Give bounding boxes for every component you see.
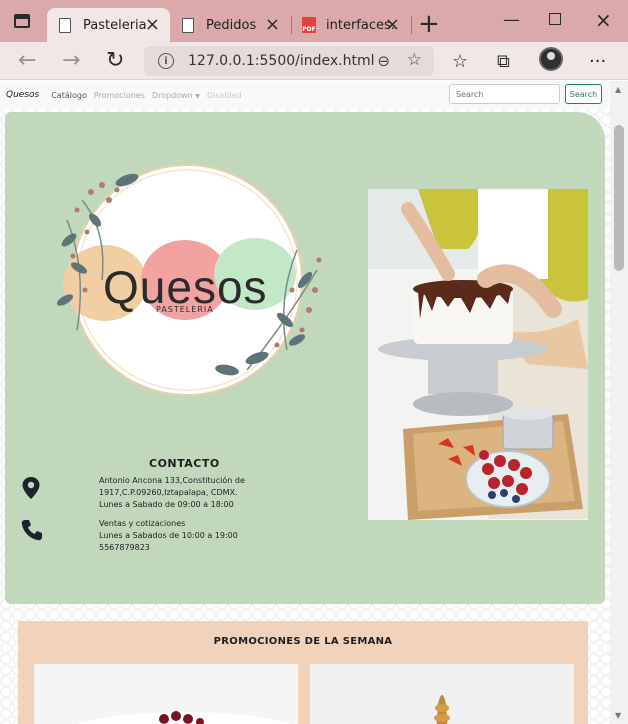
cake-photo [368, 189, 588, 520]
promotions-title: PROMOCIONES DE LA SEMANA [213, 636, 393, 647]
zoom-icon[interactable]: ⊖ [377, 52, 390, 70]
more-icon[interactable]: ··· [589, 51, 606, 72]
close-icon[interactable]: × [145, 16, 160, 34]
page-viewport: Quesos Catálogo Promociones Dropdown ▼ D… [0, 81, 610, 724]
refresh-icon[interactable]: ↻ [106, 48, 124, 73]
scrollbar-thumb[interactable] [614, 125, 624, 271]
collections-icon[interactable]: ⧉ [497, 51, 510, 72]
close-icon[interactable]: × [385, 16, 400, 34]
url-field[interactable]: i 127.0.0.1:5500/index.html ⊖ ☆ [144, 46, 434, 76]
maximize-icon[interactable] [549, 13, 561, 25]
close-icon[interactable]: × [265, 16, 280, 34]
nav-link-catalogo[interactable]: Catálogo [51, 91, 87, 100]
tab-label: Pasteleria [83, 17, 147, 33]
promo-card-dessert[interactable] [34, 664, 298, 724]
promotions-section: PROMOCIONES DE LA SEMANA [18, 621, 588, 724]
sales-text: Ventas y cotizaciones Lunes a Sabados de… [99, 518, 238, 554]
phone-icon [21, 520, 42, 541]
caret-down-icon: ▼ [195, 92, 200, 100]
close-window-icon[interactable]: × [595, 8, 612, 32]
nav-link-disabled: Disabled [206, 90, 242, 100]
tab-pedidos[interactable]: Pedidos × [170, 8, 290, 42]
tab-pasteleria[interactable]: Pasteleria × [47, 8, 170, 42]
favorites-icon[interactable]: ☆ [452, 51, 468, 72]
search-button[interactable]: Search [565, 84, 602, 104]
info-icon[interactable]: i [158, 53, 174, 69]
hours-line: Lunes a Sabado de 09:00 a 18:00 [99, 500, 234, 509]
navbar-brand[interactable]: Quesos [6, 90, 39, 100]
page-icon [182, 17, 194, 33]
page-scrollbar[interactable]: ▲ ▼ [610, 81, 628, 724]
address-text: Antonio Ancona 133,Constitución de 1917,… [99, 475, 245, 511]
minimize-icon[interactable]: — [503, 10, 520, 30]
tab-interfaces[interactable]: PDF interfaces. × [292, 8, 410, 42]
location-pin-icon [22, 477, 40, 499]
address-line: 1917,C.P.09260,Iztapalapa, CDMX. [99, 488, 238, 497]
sales-hours: Lunes a Sabados de 10:00 a 19:00 [99, 531, 238, 540]
contact-title: CONTACTO [149, 457, 220, 470]
scroll-up-icon[interactable]: ▲ [615, 85, 621, 94]
url-text: 127.0.0.1:5500/index.html [188, 53, 375, 69]
search-input[interactable] [449, 84, 560, 104]
tab-actions-icon[interactable] [14, 14, 30, 28]
scroll-down-icon[interactable]: ▼ [615, 711, 621, 720]
page-icon [59, 17, 71, 33]
forward-icon[interactable]: → [62, 48, 80, 73]
nav-dropdown-label: Dropdown [151, 90, 193, 100]
hero-section: Quesos PASTELERIA CONTACTO Antonio Ancon… [5, 112, 605, 604]
site-navbar: Quesos Catálogo Promociones Dropdown ▼ D… [0, 81, 610, 109]
profile-avatar[interactable] [539, 47, 563, 71]
tab-label: Pedidos [206, 17, 257, 33]
phone-number[interactable]: 5567879823 [99, 542, 238, 554]
pdf-icon: PDF [302, 17, 316, 33]
tab-separator [411, 16, 412, 34]
sales-title: Ventas y cotizaciones [99, 519, 186, 528]
logo-subtitle: PASTELERIA [156, 305, 214, 314]
address-line: Antonio Ancona 133,Constitución de [99, 476, 245, 485]
add-favorite-icon[interactable]: ☆ [407, 50, 422, 70]
new-tab-icon[interactable]: + [418, 9, 440, 39]
promo-card-pastry[interactable] [310, 664, 574, 724]
back-icon[interactable]: ← [18, 48, 36, 73]
browser-tab-bar: Pasteleria × Pedidos × PDF interfaces. ×… [0, 0, 628, 42]
nav-dropdown[interactable]: Dropdown ▼ [152, 91, 200, 100]
nav-link-promociones[interactable]: Promociones [94, 91, 145, 100]
address-bar: ← → ↻ i 127.0.0.1:5500/index.html ⊖ ☆ ☆ … [0, 42, 628, 80]
